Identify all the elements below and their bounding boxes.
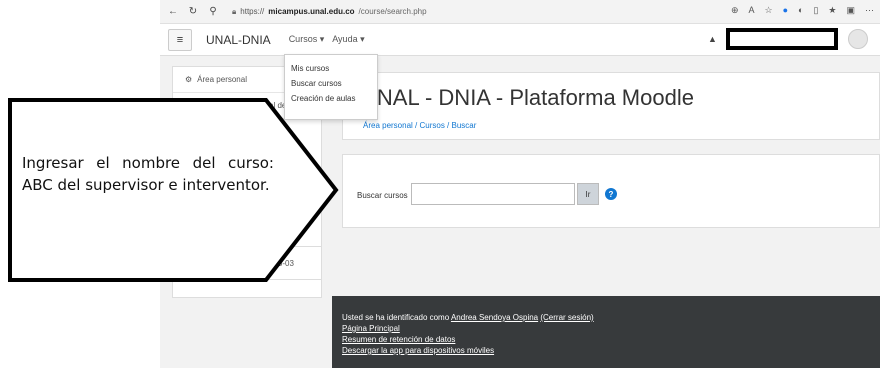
callout-text: Ingresar el nombre del curso: ABC del su… — [22, 154, 274, 194]
page: ← ↻ ⚲ 🔒︎ https://micampus.unal.edu.co/co… — [0, 0, 880, 368]
dropdown-item-search-courses[interactable]: Buscar cursos — [291, 76, 377, 91]
go-button[interactable]: Ir — [577, 183, 599, 205]
home-link[interactable]: Página Principal — [342, 324, 400, 333]
zoom-icon[interactable]: ⊕ — [731, 5, 739, 16]
redacted-user-name — [726, 28, 838, 50]
browser-toolbar: ← ↻ ⚲ 🔒︎ https://micampus.unal.edu.co/co… — [160, 0, 880, 24]
search-icon[interactable]: ⚲ — [206, 5, 220, 19]
url-prefix: https:// — [240, 7, 265, 16]
dropdown-item-my-courses[interactable]: Mis cursos — [291, 61, 377, 76]
favorite-icon[interactable]: ☆ — [765, 5, 773, 16]
back-icon[interactable]: ← — [166, 5, 180, 19]
browser-actions: ⊕ A ☆ ● ◐ ▯ ★ ▣ ⋯ — [731, 5, 874, 16]
page-title: UNAL - DNIA - Plataforma Moodle — [361, 85, 694, 110]
data-retention-link[interactable]: Resumen de retención de datos — [342, 335, 455, 344]
notifications-icon[interactable]: ▲ — [708, 34, 717, 44]
search-label: Buscar cursos — [357, 191, 408, 200]
site-navbar: ≡ UNAL-DNIA Cursos ▾ Ayuda ▾ ▲ — [160, 24, 880, 56]
dashboard-icon: ⚙ — [185, 75, 193, 84]
avatar[interactable] — [848, 29, 868, 49]
breadcrumb[interactable]: Área personal / Cursos / Buscar — [363, 121, 476, 130]
favorites-bar-icon[interactable]: ★ — [828, 5, 836, 16]
course-search-input[interactable] — [411, 183, 575, 205]
drawer-item-label: Área personal — [197, 75, 247, 84]
address-bar[interactable]: 🔒︎ https://micampus.unal.edu.co/course/s… — [232, 7, 427, 17]
help-menu[interactable]: Ayuda ▾ — [332, 34, 364, 45]
menu-toggle-button[interactable]: ≡ — [168, 28, 192, 51]
reload-icon[interactable]: ↻ — [186, 5, 200, 19]
main-region: UNAL - DNIA - Plataforma Moodle Área per… — [332, 56, 880, 296]
split-icon[interactable]: ▯ — [813, 5, 818, 16]
mobile-app-link[interactable]: Descargar la app para dispositivos móvil… — [342, 346, 494, 355]
login-prefix: Usted se ha identificado como — [342, 313, 451, 322]
lock-icon: 🔒︎ — [232, 6, 237, 16]
read-aloud-icon[interactable]: A — [748, 5, 754, 16]
courses-menu[interactable]: Cursos ▾ — [289, 34, 325, 45]
login-info: Usted se ha identificado como Andrea Sen… — [342, 312, 880, 323]
url-domain: micampus.unal.edu.co — [268, 7, 355, 16]
extension-icon[interactable]: ● — [783, 5, 788, 16]
url-path: /course/search.php — [358, 7, 427, 16]
extension2-icon[interactable]: ◐ — [798, 5, 803, 16]
help-icon[interactable]: ? — [605, 188, 617, 200]
site-brand[interactable]: UNAL-DNIA — [206, 33, 271, 47]
course-search-card: Buscar cursos Ir ? — [342, 154, 880, 228]
hamburger-icon: ≡ — [176, 33, 184, 46]
page-footer: Usted se ha identificado como Andrea Sen… — [332, 296, 880, 368]
collections-icon[interactable]: ▣ — [846, 5, 855, 16]
more-icon[interactable]: ⋯ — [865, 5, 874, 16]
user-profile-link[interactable]: Andrea Sendoya Ospina — [451, 313, 538, 322]
page-header: UNAL - DNIA - Plataforma Moodle Área per… — [342, 72, 880, 140]
logout-link[interactable]: (Cerrar sesión) — [540, 313, 593, 322]
